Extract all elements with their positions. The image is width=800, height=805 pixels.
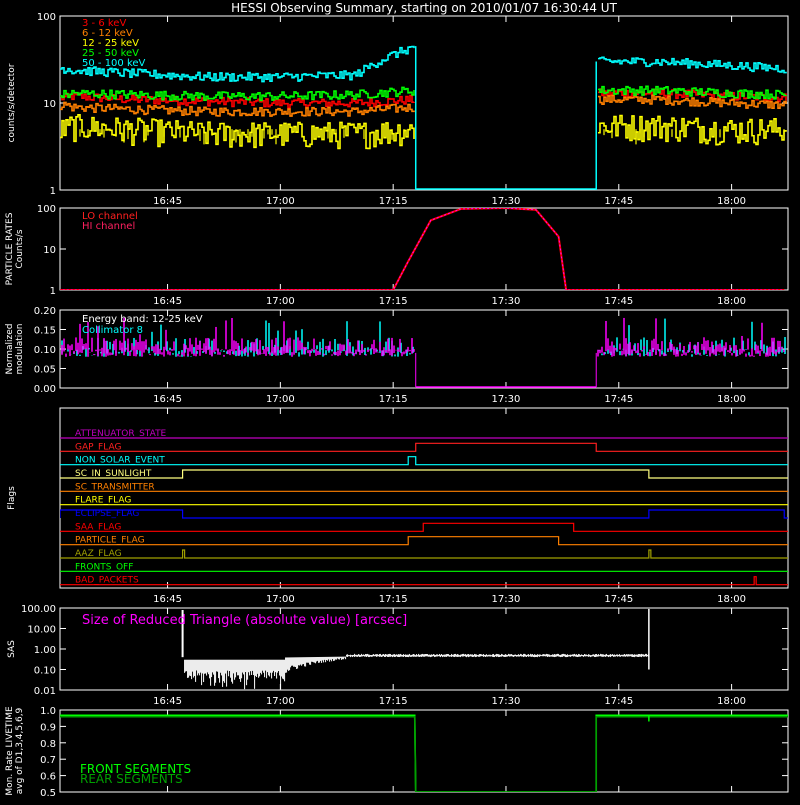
x-tick-label: 17:00 [266,394,295,405]
x-tick-label: 17:30 [492,196,521,207]
y-tick-label: 1 [50,186,56,197]
hessi-summary-figure: HESSI Observing Summary, starting on 201… [0,0,800,800]
flag-label: ATTENUATOR_STATE [75,429,167,439]
x-tick-label: 17:15 [379,594,408,605]
flag-label: FRONTS_OFF [75,562,133,572]
flag-label: SAA_FLAG [75,522,121,532]
x-tick-label: 17:15 [379,196,408,207]
y-axis-label: Mon. Rate LIVETIME [5,706,15,796]
flag-label: SC_TRANSMITTER [75,482,155,492]
y-tick-label: 10 [43,99,56,110]
y-tick-label: 0.6 [40,772,56,783]
y-tick-label: 0.01 [34,686,56,697]
y-axis-label: Normalized [5,323,15,374]
annotation-sas: Size of Reduced Triangle (absolute value… [82,613,407,628]
x-tick-label: 17:45 [604,296,633,307]
y-tick-label: 1.00 [34,645,56,656]
y-tick-label: 0.05 [34,365,56,376]
y-axis-label: Counts/s [15,229,25,268]
x-tick-label: 17:00 [266,594,295,605]
x-tick-label: 17:45 [604,594,633,605]
x-tick-label: 17:15 [379,696,408,707]
y-tick-label: 0.7 [40,755,56,766]
legend-entry: 50 - 100 keV [82,58,146,69]
y-tick-label: 0.5 [40,788,56,799]
y-tick-label: 0.10 [34,345,56,356]
y-tick-label: 100.00 [21,604,56,615]
figure-title: HESSI Observing Summary, starting on 201… [231,1,617,15]
x-tick-label: 17:30 [492,594,521,605]
flag-label: ECLIPSE_FLAG [75,509,139,519]
y-axis-label: Flags [7,486,17,510]
x-tick-label: 17:00 [266,296,295,307]
x-tick-label: 17:30 [492,296,521,307]
flag-label: AAZ_FLAG [75,549,122,559]
y-tick-label: 0.8 [40,739,56,750]
x-tick-label: 17:15 [379,296,408,307]
x-tick-label: 17:45 [604,196,633,207]
x-tick-label: 17:00 [266,196,295,207]
x-tick-label: 18:00 [717,394,746,405]
x-tick-label: 18:00 [717,594,746,605]
y-tick-label: 0.9 [40,722,56,733]
figure-canvas: HESSI Observing Summary, starting on 201… [0,0,800,800]
y-axis-label: avg of D1,3,4,5,6,9 [15,707,25,794]
flag-label: NON_SOLAR_EVENT [75,456,165,466]
x-tick-label: 17:45 [604,696,633,707]
y-tick-label: 1.0 [40,706,56,717]
x-tick-label: 17:15 [379,394,408,405]
x-tick-label: 16:45 [153,696,182,707]
x-tick-label: 16:45 [153,394,182,405]
x-tick-label: 18:00 [717,296,746,307]
y-tick-label: 0.15 [34,326,56,337]
x-tick-label: 16:45 [153,196,182,207]
legend-entry: HI channel [82,221,135,232]
flag-label: PARTICLE_FLAG [75,536,145,546]
x-tick-label: 17:45 [604,394,633,405]
y-axis-label: modulation [15,324,25,375]
y-tick-label: 100 [37,12,56,23]
y-tick-label: 0.00 [34,384,56,395]
flag-label: GAP_FLAG [75,442,121,452]
x-tick-label: 17:30 [492,394,521,405]
y-tick-label: 1 [50,286,56,297]
flag-label: SC_IN_SUNLIGHT [75,469,152,479]
y-tick-label: 10.00 [27,625,56,636]
x-tick-label: 16:45 [153,594,182,605]
flag-label: BAD_PACKETS [75,576,139,586]
y-axis-label: SAS [7,640,17,658]
y-axis-label: counts/s/detector [7,63,17,142]
x-tick-label: 17:30 [492,696,521,707]
y-tick-label: 10 [43,245,56,256]
x-tick-label: 18:00 [717,696,746,707]
x-tick-label: 18:00 [717,196,746,207]
flag-label: FLARE_FLAG [75,496,131,506]
x-tick-label: 17:00 [266,696,295,707]
y-axis-label: PARTICLE RATES [5,212,15,285]
x-tick-label: 16:45 [153,296,182,307]
legend-entry: REAR SEGMENTS [80,772,183,786]
y-tick-label: 0.20 [34,306,56,317]
legend-entry: Collimator 8 [82,325,143,336]
y-tick-label: 100 [37,204,56,215]
annotation-energy-band: Energy band: 12-25 keV [82,314,203,325]
y-tick-label: 0.10 [34,666,56,677]
